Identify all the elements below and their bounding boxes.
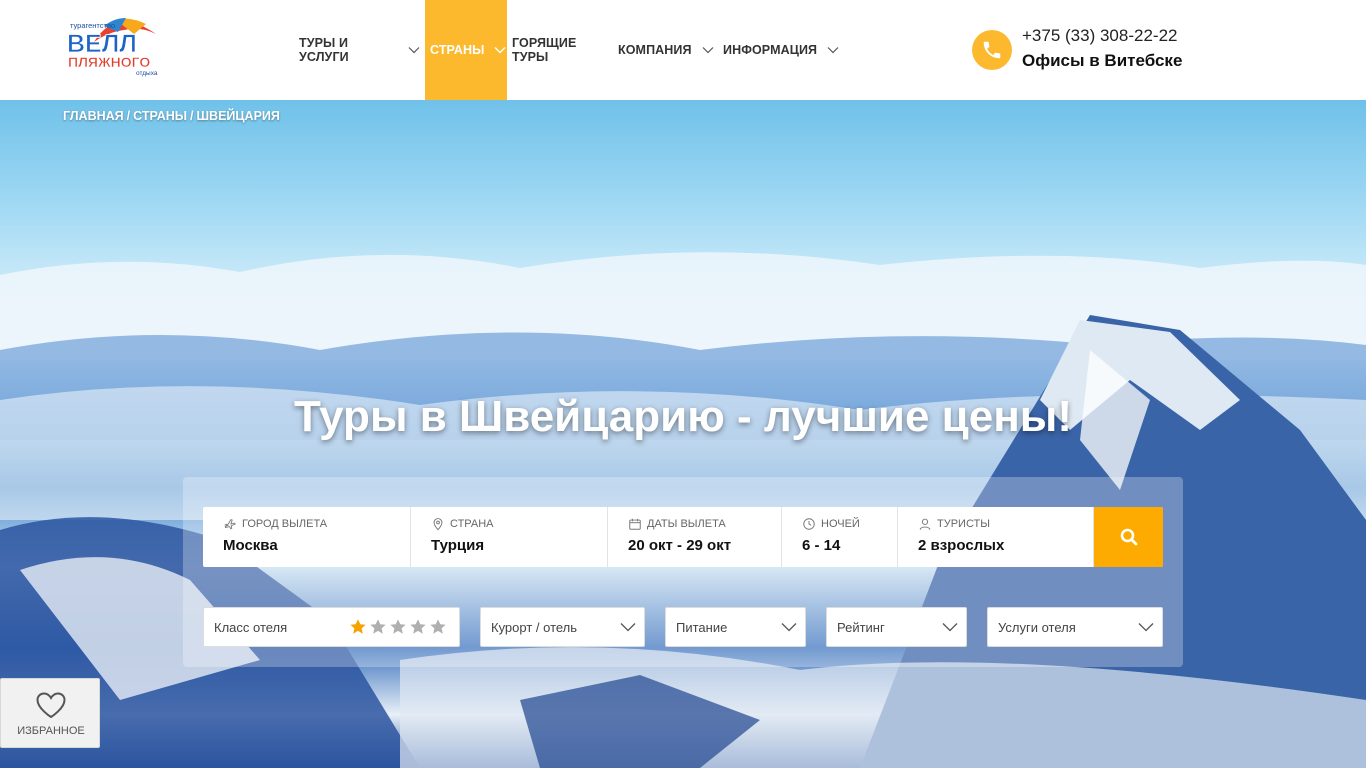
star-icon[interactable] <box>389 618 409 636</box>
chevron-down-icon <box>827 46 839 54</box>
star-rating <box>349 618 449 636</box>
nights-value: 6 - 14 <box>802 537 841 554</box>
nav-information-label: Информация <box>723 43 818 57</box>
contact-block: +375 (33) 308-22-22 Офисы в Витебске <box>970 26 1210 76</box>
tourists-field[interactable]: Туристы 2 взрослых <box>898 507 1094 567</box>
logo-graphic: турагентство ВЕЛЛ ПЛЯЖНОГО отдыха <box>67 18 158 77</box>
star-icon[interactable] <box>409 618 429 636</box>
nights-field[interactable]: Ночей 6 - 14 <box>782 507 898 567</box>
calendar-icon <box>629 518 641 530</box>
star-icon[interactable] <box>429 618 449 636</box>
chevron-down-icon <box>942 622 958 632</box>
phone-number[interactable]: +375 (33) 308-22-22 <box>1022 26 1177 46</box>
nav-countries-label: Страны <box>430 43 485 57</box>
rating-select[interactable]: Рейтинг <box>826 607 967 647</box>
hotel-services-select[interactable]: Услуги отеля <box>987 607 1163 647</box>
departure-city-field[interactable]: Город вылета Москва <box>203 507 411 567</box>
offices-link[interactable]: Офисы в Витебске <box>1022 51 1182 71</box>
star-icon[interactable] <box>349 618 369 636</box>
phone-icon[interactable] <box>972 30 1012 70</box>
hotel-services-label: Услуги отеля <box>998 619 1076 635</box>
search-button[interactable] <box>1094 507 1163 567</box>
chevron-down-icon <box>620 622 636 632</box>
logo-bottom-text: отдыха <box>136 70 158 77</box>
search-fields-row: Город вылета Москва Страна Турция Даты в… <box>203 507 1163 567</box>
breadcrumb-home[interactable]: Главная <box>63 109 124 123</box>
dates-field[interactable]: Даты вылета 20 окт - 29 окт <box>608 507 782 567</box>
tourists-label-text: Туристы <box>937 518 990 530</box>
dates-label: Даты вылета <box>628 517 781 531</box>
nav-hot-tours-label: Горящие туры <box>512 36 577 64</box>
main-nav: Туры и услуги Страны Горящие туры Компан… <box>294 0 842 100</box>
chevron-down-icon <box>494 46 506 54</box>
country-label: Страна <box>431 517 607 531</box>
favorites-label: Избранное <box>17 725 85 737</box>
country-label-text: Страна <box>450 518 494 530</box>
nav-tours[interactable]: Туры и услуги <box>294 0 425 100</box>
nav-countries[interactable]: Страны <box>425 0 507 100</box>
rating-label: Рейтинг <box>837 619 885 635</box>
search-icon <box>1120 528 1137 546</box>
nav-tours-label: Туры и услуги <box>299 36 349 64</box>
nav-company-label: Компания <box>618 43 692 57</box>
dates-value: 20 окт - 29 окт <box>628 537 732 554</box>
resort-hotel-select[interactable]: Курорт / отель <box>480 607 645 647</box>
departure-city-value: Москва <box>223 537 278 554</box>
departure-city-label: Город вылета <box>223 517 410 531</box>
page-title: Туры в Швейцарию - лучшие цены! <box>293 392 1073 441</box>
user-icon <box>919 518 931 530</box>
nav-company[interactable]: Компания <box>613 0 718 100</box>
hotel-class-label: Класс отеля <box>214 619 288 635</box>
resort-hotel-label: Курорт / отель <box>491 619 578 635</box>
tour-search-panel: Город вылета Москва Страна Турция Даты в… <box>183 477 1183 667</box>
hero-section: Главная / Страны / Швейцария Туры в Швейцари… <box>0 100 1366 768</box>
heart-icon <box>36 692 66 719</box>
chevron-down-icon <box>702 46 714 54</box>
tourists-value: 2 взрослых <box>918 537 1005 554</box>
breadcrumb: Главная / Страны / Швейцария <box>63 109 280 123</box>
breadcrumb-separator: / <box>190 109 194 123</box>
logo-main-bottom: ПЛЯЖНОГО <box>68 54 150 70</box>
nav-information[interactable]: Информация <box>718 0 842 100</box>
breadcrumb-separator: / <box>126 109 131 123</box>
meal-select[interactable]: Питание <box>665 607 806 647</box>
site-header: турагентство ВЕЛЛ ПЛЯЖНОГО отдыха Туры и… <box>0 0 1366 100</box>
breadcrumb-countries[interactable]: Страны <box>133 109 187 123</box>
chevron-down-icon <box>1138 622 1154 632</box>
meal-label: Питание <box>676 619 728 635</box>
country-value: Турция <box>431 537 485 554</box>
chevron-down-icon <box>781 622 797 632</box>
country-field[interactable]: Страна Турция <box>411 507 608 567</box>
logo[interactable]: турагентство ВЕЛЛ ПЛЯЖНОГО отдыха <box>64 12 164 78</box>
breadcrumb-current: Швейцария <box>196 109 280 123</box>
nav-hot-tours[interactable]: Горящие туры <box>507 0 613 100</box>
hotel-class-filter[interactable]: Класс отеля <box>203 607 460 647</box>
departure-city-label-text: Город вылета <box>242 518 328 530</box>
nights-label-text: Ночей <box>821 518 860 530</box>
map-pin-icon <box>433 518 443 531</box>
dates-label-text: Даты вылета <box>647 518 726 530</box>
logo-small-text: турагентство <box>70 21 115 30</box>
nights-label: Ночей <box>802 517 897 531</box>
favorites-button[interactable]: Избранное <box>0 678 100 748</box>
tourists-label: Туристы <box>918 517 1093 531</box>
chevron-down-icon <box>408 46 420 54</box>
plane-icon <box>224 519 237 530</box>
clock-icon <box>803 518 815 530</box>
star-icon[interactable] <box>369 618 389 636</box>
